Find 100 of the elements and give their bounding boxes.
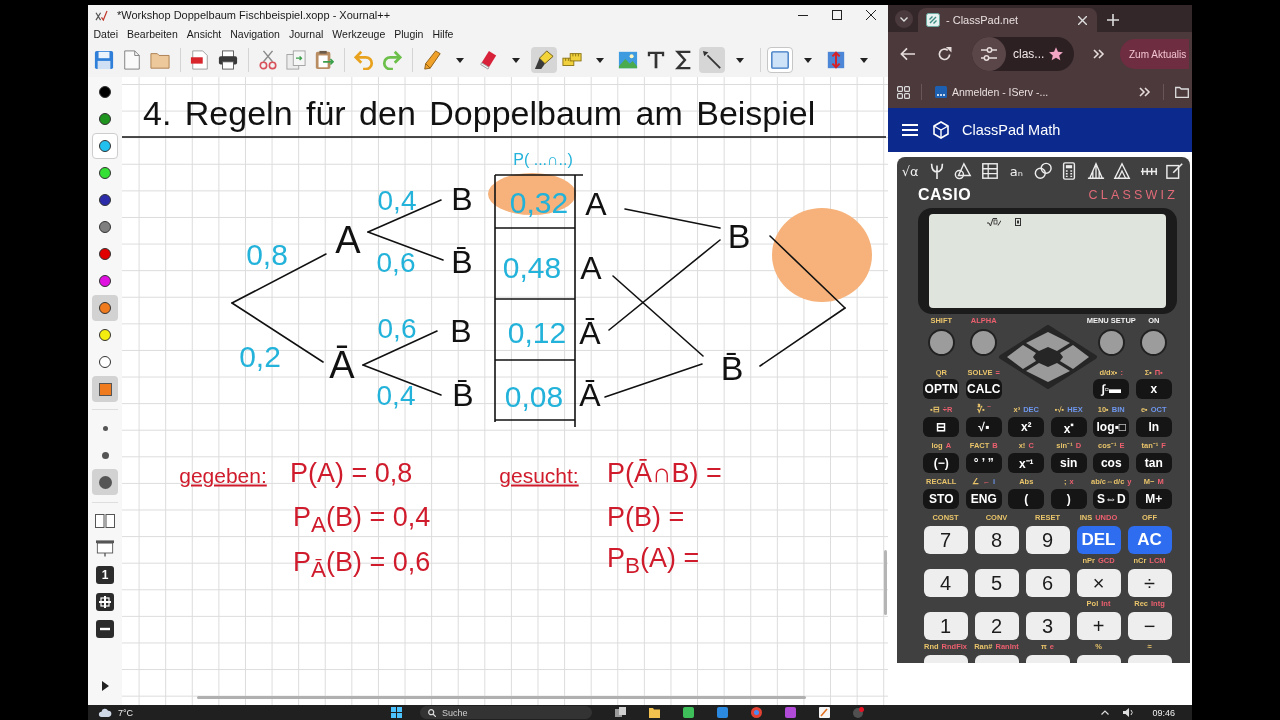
calculator-key[interactable]: 5 [974, 569, 1019, 597]
folder-icon[interactable] [649, 707, 661, 718]
menu-item[interactable]: Bearbeiten [122, 28, 183, 40]
calculator-key[interactable]: DEL [1076, 526, 1121, 554]
table-value: 0,12 [507, 318, 567, 348]
calculator-key[interactable]: 9 [1025, 526, 1070, 554]
calculator-key[interactable]: 4 [923, 569, 968, 597]
round-key[interactable] [1097, 328, 1125, 356]
mode-button[interactable]: √α [897, 158, 924, 184]
menu-item[interactable]: Journal [284, 28, 328, 40]
single-page-button[interactable]: 1 [96, 566, 114, 584]
brand-name: CASIO [918, 186, 972, 204]
close-tab-button[interactable] [1075, 13, 1089, 27]
calculator-key[interactable]: ∫▫▬ [1093, 379, 1130, 399]
line-width-button[interactable] [92, 469, 118, 495]
window-stack-icon[interactable] [615, 707, 627, 718]
color-button[interactable] [92, 133, 118, 159]
calculator-key[interactable]: x² [1008, 417, 1045, 437]
browser-tab[interactable]: - ClassPad.net [918, 8, 1097, 32]
calculator-key[interactable]: ENG [965, 489, 1002, 509]
minimize-icon [798, 14, 808, 16]
menu-item[interactable]: Ansicht [182, 28, 226, 40]
app-tile-icon[interactable] [785, 707, 797, 718]
mode-button[interactable]: aₙ [1003, 158, 1030, 184]
calculator-key[interactable]: 8 [974, 526, 1019, 554]
calculator-key[interactable]: ) [1050, 489, 1087, 509]
expand-arrow-icon[interactable] [101, 681, 109, 691]
calculator-key[interactable]: √▪ [965, 417, 1002, 437]
calculator-key[interactable]: 7 [923, 526, 968, 554]
calculator-key[interactable] [974, 655, 1019, 663]
menu-item[interactable]: Werkzeuge [327, 28, 390, 40]
calculator-key[interactable]: log▪□ [1093, 417, 1130, 437]
calculator-key[interactable]: ÷ [1127, 569, 1172, 597]
calculator-key[interactable]: x⁻¹ [1008, 453, 1045, 473]
calculator-key[interactable]: × [1076, 569, 1121, 597]
tree-node-label: Ā [329, 346, 355, 384]
calculator-key[interactable]: + [1076, 612, 1121, 640]
image-icon [618, 50, 638, 70]
calculator-key[interactable]: cos [1093, 453, 1130, 473]
menu-item[interactable]: Hilfe [427, 28, 458, 40]
menu-item[interactable]: Datei [89, 28, 123, 40]
link-favicon-icon [926, 13, 940, 27]
calculator-key[interactable]: ln [1135, 417, 1172, 437]
calculator-key[interactable]: AC [1127, 526, 1172, 554]
speaker-icon[interactable] [1123, 708, 1135, 717]
update-button[interactable]: Zum Aktualis [1120, 39, 1190, 69]
calculator-key[interactable] [1076, 655, 1121, 663]
formula-text: P(Ā∩B) = [607, 459, 722, 487]
table-icon [980, 162, 999, 180]
calculator-key[interactable]: STO [923, 489, 960, 509]
calculator-key[interactable]: x [1135, 379, 1172, 399]
calculator-key[interactable]: tan [1135, 453, 1172, 473]
search-field[interactable]: Suche [420, 706, 593, 719]
app-tile-icon[interactable] [717, 707, 729, 718]
address-bar[interactable]: clas... [972, 37, 1074, 71]
chevron-up-icon[interactable] [1101, 710, 1110, 715]
calculator-key[interactable]: CALC [965, 379, 1002, 399]
calculator-key[interactable] [1127, 655, 1172, 663]
calculator-key[interactable]: (−) [923, 453, 960, 473]
round-key[interactable] [927, 328, 955, 356]
round-key[interactable] [970, 328, 998, 356]
highlighter-tool-button[interactable] [531, 47, 557, 73]
grid-icon [896, 85, 910, 99]
color-button[interactable] [92, 295, 118, 321]
slash-tile-icon[interactable] [819, 707, 831, 718]
calculator-key[interactable]: x$^{▪}$ [1050, 417, 1087, 437]
calculator-key[interactable]: 1 [923, 612, 968, 640]
menu-item[interactable]: Plugin [389, 28, 428, 40]
shape-tool-button[interactable] [767, 47, 793, 73]
calculator-key[interactable]: ⊟ [923, 417, 960, 437]
site-info-button[interactable] [972, 37, 1006, 71]
calculator-key[interactable]: 6 [1025, 569, 1070, 597]
dot-icon [98, 475, 112, 489]
calculator-key[interactable]: 2 [974, 612, 1019, 640]
menu-item[interactable]: Navigation [225, 28, 285, 40]
calculator-key[interactable]: ( [1008, 489, 1045, 509]
calculator-key[interactable]: − [1127, 612, 1172, 640]
star-icon[interactable] [1049, 47, 1063, 61]
tab-list-button[interactable] [895, 10, 913, 28]
calculator-key[interactable]: 3 [1025, 612, 1070, 640]
windows-start-icon[interactable] [391, 707, 403, 718]
draw-tool-button[interactable] [699, 47, 725, 73]
calculator-key[interactable]: sin [1050, 453, 1087, 473]
reload-icon [936, 47, 952, 61]
calculator-key[interactable] [923, 655, 968, 663]
calculator-key[interactable]: ° ’ ” [965, 453, 1002, 473]
copy-icon [286, 50, 306, 70]
calculator-key[interactable] [1025, 655, 1070, 663]
calculator-key[interactable]: OPTN [923, 379, 960, 399]
vertical-space-icon [826, 50, 846, 70]
scrollbar-thumb[interactable] [884, 550, 887, 615]
calculator-key[interactable]: M+ [1135, 489, 1172, 509]
app-tile-icon[interactable] [683, 707, 695, 718]
round-key[interactable] [1140, 328, 1168, 356]
notification-dot-icon[interactable] [853, 707, 865, 718]
calculator-key[interactable]: S⇔D [1093, 489, 1130, 509]
ring-app-icon[interactable] [751, 707, 763, 718]
fill-color-button[interactable] [92, 376, 118, 402]
edit-box-icon [1166, 162, 1185, 180]
scrollbar-thumb[interactable] [197, 696, 806, 699]
